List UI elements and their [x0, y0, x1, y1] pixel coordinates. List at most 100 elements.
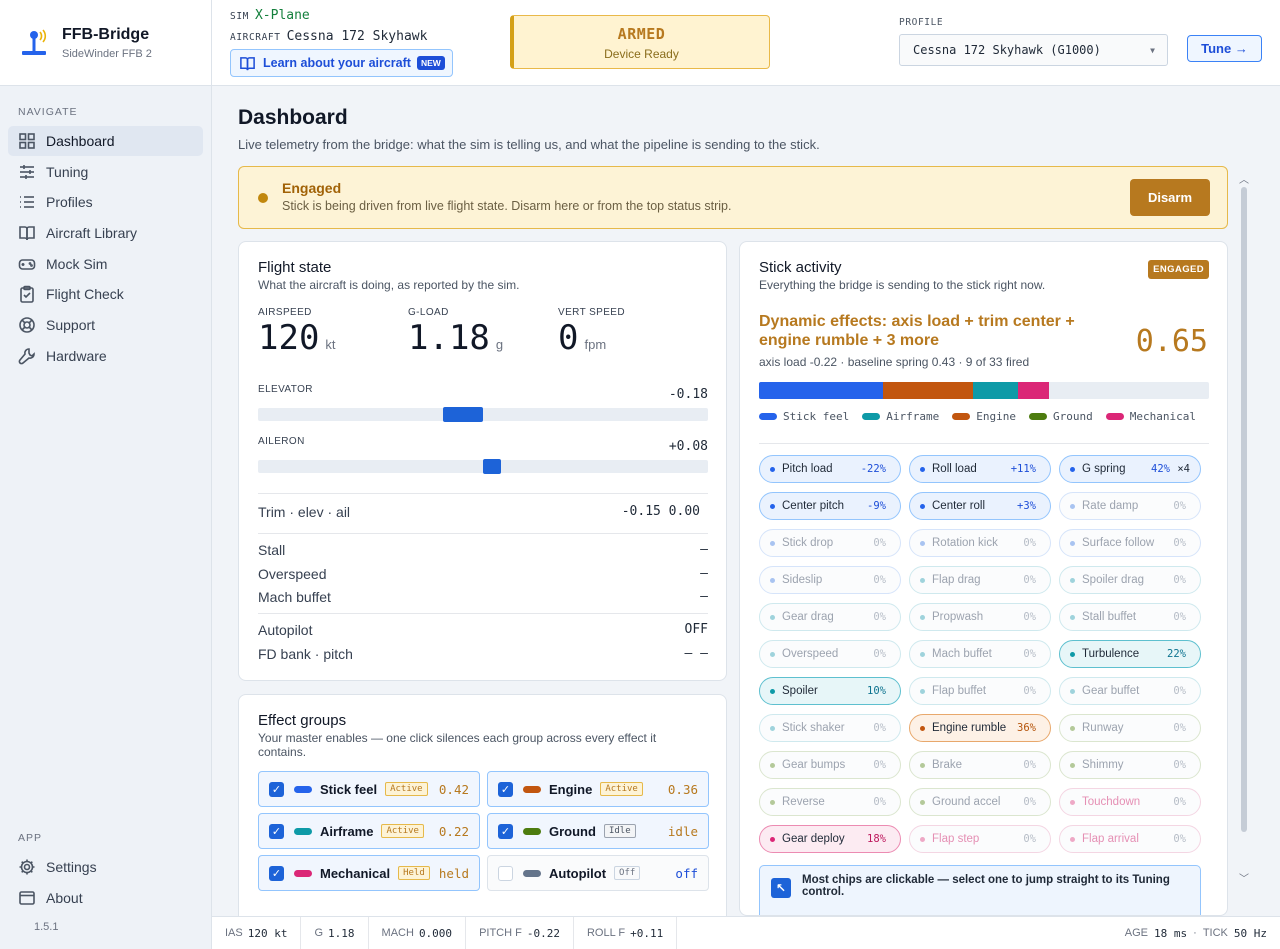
checkbox[interactable]: [498, 865, 513, 881]
chip-value: 0%: [1023, 611, 1036, 623]
effect-chip-overspeed[interactable]: Overspeed 0%: [759, 640, 901, 668]
effect-chip-runway[interactable]: Runway 0%: [1059, 714, 1201, 742]
scroll-up-icon[interactable]: ︿: [1239, 171, 1249, 186]
effect-chip-reverse[interactable]: Reverse 0%: [759, 788, 901, 816]
effect-chip-stall-buffet[interactable]: Stall buffet 0%: [1059, 603, 1201, 631]
stack-segment-airframe: [972, 382, 1018, 399]
checkbox[interactable]: ✓: [269, 865, 284, 881]
checkbox[interactable]: ✓: [498, 781, 513, 797]
chip-label: Flap drag: [932, 574, 981, 586]
sidebar-item-flight-check[interactable]: Flight Check: [8, 279, 203, 309]
effect-chip-stick-shaker[interactable]: Stick shaker 0%: [759, 714, 901, 742]
armed-status[interactable]: ARMED Device Ready: [510, 15, 770, 69]
effect-chip-center-roll[interactable]: Center roll +3%: [909, 492, 1051, 520]
effect-chip-gear-drag[interactable]: Gear drag 0%: [759, 603, 901, 631]
scrollbar-thumb[interactable]: [1241, 187, 1247, 832]
effect-chip-shimmy[interactable]: Shimmy 0%: [1059, 751, 1201, 779]
effect-chip-brake[interactable]: Brake 0%: [909, 751, 1051, 779]
chip-label: Rate damp: [1082, 500, 1139, 512]
group-value: held: [438, 865, 469, 881]
chip-value: +3%: [1017, 500, 1036, 512]
effect-group-engine[interactable]: ✓ Engine Active 0.36: [487, 771, 709, 807]
tune-button[interactable]: Tune →: [1187, 35, 1262, 62]
effect-chip-mach-buffet[interactable]: Mach buffet 0%: [909, 640, 1051, 668]
effect-chip-rotation-kick[interactable]: Rotation kick 0%: [909, 529, 1051, 557]
effect-chip-spoiler[interactable]: Spoiler 10%: [759, 677, 901, 705]
stack-segment-mechanical: [1017, 382, 1050, 399]
effect-chip-stick-drop[interactable]: Stick drop 0%: [759, 529, 901, 557]
divider: [759, 443, 1209, 444]
chip-value: -9%: [867, 500, 886, 512]
sidebar-item-dashboard[interactable]: Dashboard: [8, 126, 203, 156]
legend-swatch: [952, 413, 971, 420]
effect-chip-sideslip[interactable]: Sideslip 0%: [759, 566, 901, 594]
effect-chip-flap-step[interactable]: Flap step 0%: [909, 825, 1051, 853]
footer-ias: IAS 120 kt: [212, 916, 302, 949]
learn-aircraft-button[interactable]: Learn about your aircraft NEW: [230, 49, 453, 77]
sidebar-item-aircraft-library[interactable]: Aircraft Library: [8, 218, 203, 248]
effect-chip-turbulence[interactable]: Turbulence 22%: [1059, 640, 1201, 668]
sidebar-item-profiles[interactable]: Profiles: [8, 187, 203, 217]
clipboard-icon: [20, 286, 34, 304]
chip-label: Pitch load: [782, 463, 833, 475]
effect-chip-rate-damp[interactable]: Rate damp 0%: [1059, 492, 1201, 520]
chip-dot: [770, 836, 775, 842]
wrench-icon: [18, 348, 35, 365]
chip-dot: [770, 651, 775, 657]
effect-group-autopilot[interactable]: Autopilot Off off: [487, 855, 709, 891]
effect-chip-gear-deploy[interactable]: Gear deploy 18%: [759, 825, 901, 853]
legend-item: Stick feel: [759, 410, 849, 423]
effect-chip-spoiler-drag[interactable]: Spoiler drag 0%: [1059, 566, 1201, 594]
checkbox[interactable]: ✓: [498, 823, 513, 839]
scroll-down-icon[interactable]: ﹀: [1239, 870, 1249, 885]
footer-key: MACH: [381, 927, 414, 939]
aileron-indicator: [483, 459, 501, 474]
effect-chip-roll-load[interactable]: Roll load +11%: [909, 455, 1051, 483]
effect-group-airframe[interactable]: ✓ Airframe Active 0.22: [258, 813, 480, 849]
stick-activity-card: Stick activity Everything the bridge is …: [739, 241, 1228, 916]
effect-chip-engine-rumble[interactable]: Engine rumble 36%: [909, 714, 1051, 742]
chip-value: 0%: [1023, 685, 1036, 697]
metric-unit: g: [495, 337, 504, 352]
sidebar-item-hardware[interactable]: Hardware: [8, 341, 203, 371]
card-subtitle: Everything the bridge is sending to the …: [759, 278, 1046, 292]
effect-group-mechanical[interactable]: ✓ Mechanical Held held: [258, 855, 480, 891]
sidebar-item-settings[interactable]: Settings: [8, 852, 204, 882]
effect-chip-ground-accel[interactable]: Ground accel 0%: [909, 788, 1051, 816]
chip-value: 0%: [1023, 648, 1036, 660]
group-name: Mechanical: [320, 865, 391, 881]
effect-chip-g-spring[interactable]: G spring 42% ×4: [1059, 455, 1201, 483]
effect-chip-flap-arrival[interactable]: Flap arrival 0%: [1059, 825, 1201, 853]
effect-chip-pitch-load[interactable]: Pitch load -22%: [759, 455, 901, 483]
chip-dot: [920, 503, 925, 509]
effect-chip-touchdown[interactable]: Touchdown 0%: [1059, 788, 1201, 816]
profile-select[interactable]: Cessna 172 Skyhawk (G1000) ▼: [899, 34, 1168, 66]
trim-row: Trim · elev · ail -0.15 0.00: [258, 504, 708, 520]
effect-chip-center-pitch[interactable]: Center pitch -9%: [759, 492, 901, 520]
axis-label: AILERON: [258, 436, 305, 447]
effect-chip-flap-drag[interactable]: Flap drag 0%: [909, 566, 1051, 594]
sidebar-item-mock-sim[interactable]: Mock Sim: [8, 249, 203, 279]
sidebar-item-support[interactable]: Support: [8, 310, 203, 340]
effect-chip-flap-buffet[interactable]: Flap buffet 0%: [909, 677, 1051, 705]
effect-group-stick-feel[interactable]: ✓ Stick feel Active 0.42: [258, 771, 480, 807]
vs-metric: VERT SPEED 0 fpm: [558, 307, 708, 358]
effect-chip-surface-follow[interactable]: Surface follow 0%: [1059, 529, 1201, 557]
sidebar-item-tuning[interactable]: Tuning: [8, 157, 203, 187]
card-title: Effect groups: [258, 712, 347, 729]
effect-chip-gear-bumps[interactable]: Gear bumps 0%: [759, 751, 901, 779]
checkbox[interactable]: ✓: [269, 823, 284, 839]
sidebar-item-about[interactable]: About: [8, 883, 204, 913]
disarm-button[interactable]: Disarm: [1130, 179, 1210, 216]
group-name: Airframe: [320, 823, 374, 839]
top-status-strip: SIM X-Plane AIRCRAFT Cessna 172 Skyhawk Le…: [212, 0, 1280, 86]
checkbox[interactable]: ✓: [269, 781, 284, 797]
overspeed-value: —: [700, 566, 708, 581]
footer-roll: ROLL F +0.11: [574, 916, 678, 949]
effect-chip-gear-buffet[interactable]: Gear buffet 0%: [1059, 677, 1201, 705]
effect-group-ground[interactable]: ✓ Ground Idle idle: [487, 813, 709, 849]
effect-chip-propwash[interactable]: Propwash 0%: [909, 603, 1051, 631]
airspeed-value: 120: [258, 318, 320, 358]
chip-label: G spring: [1082, 463, 1126, 475]
chip-dot: [770, 466, 775, 472]
